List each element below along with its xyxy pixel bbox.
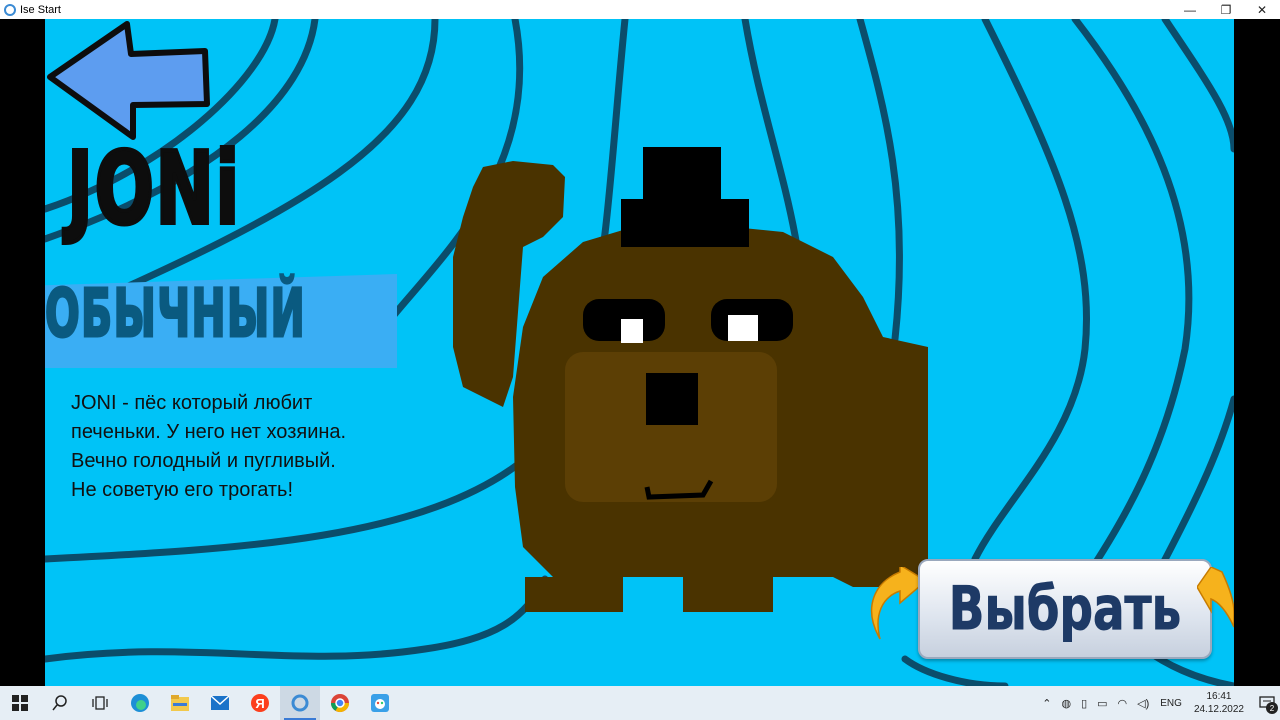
character-name: JONi: [66, 130, 241, 247]
wifi-icon[interactable]: ◠: [1118, 697, 1128, 710]
paint-icon[interactable]: [360, 686, 400, 720]
ise-start-icon[interactable]: [280, 686, 320, 720]
task-view-icon[interactable]: [80, 686, 120, 720]
close-button[interactable]: ✕: [1244, 0, 1280, 19]
chrome-icon[interactable]: [320, 686, 360, 720]
mail-icon[interactable]: [200, 686, 240, 720]
character-description: JONI - пёс который любит печеньки. У нег…: [71, 392, 347, 501]
swoosh-right-icon: [1197, 567, 1234, 628]
network-status-icon[interactable]: ◍: [1061, 697, 1071, 710]
notification-center-icon[interactable]: 2: [1254, 686, 1280, 720]
window-titlebar: Ise Start — ❐ ✕: [0, 0, 1280, 19]
device-icon[interactable]: ▯: [1081, 697, 1087, 710]
battery-icon[interactable]: ▭: [1097, 697, 1107, 710]
joni-dog-character: [453, 147, 928, 612]
character-rarity: ОБЫЧНЫЙ: [45, 275, 307, 352]
back-arrow-button[interactable]: [45, 19, 220, 144]
window-title: Ise Start: [20, 3, 61, 16]
ise-start-app-icon: [4, 3, 16, 16]
volume-icon[interactable]: ◁): [1137, 697, 1149, 710]
minimize-button[interactable]: —: [1172, 0, 1208, 19]
character-select-scene: JONi ОБЫЧНЫЙ JONI - пёс который любит пе…: [45, 19, 1234, 686]
yandex-icon[interactable]: Я: [240, 686, 280, 720]
language-indicator[interactable]: ENG: [1160, 698, 1182, 709]
file-explorer-icon[interactable]: [160, 686, 200, 720]
select-button-label: Выбрать: [948, 574, 1182, 645]
clock-time: 16:41: [1206, 691, 1232, 702]
clock[interactable]: 16:41 24.12.2022: [1194, 690, 1244, 716]
clock-date: 24.12.2022: [1193, 704, 1244, 715]
taskbar: Я ⌃ ◍ ▯ ▭ ◠ ◁) ENG 16:41 24.12.2022 2: [0, 686, 1280, 720]
game-viewport: JONi ОБЫЧНЫЙ JONI - пёс который любит пе…: [0, 19, 1280, 686]
system-tray: ⌃ ◍ ▯ ▭ ◠ ◁) ENG 16:41 24.12.2022 2: [1037, 686, 1280, 720]
edge-icon[interactable]: [120, 686, 160, 720]
svg-text:Я: Я: [255, 696, 264, 711]
windows-start-icon[interactable]: [0, 686, 40, 720]
show-hidden-icons-icon[interactable]: ⌃: [1042, 697, 1051, 710]
notification-count: 2: [1266, 702, 1278, 714]
select-character-button[interactable]: Выбрать: [918, 559, 1212, 659]
restore-button[interactable]: ❐: [1208, 0, 1244, 19]
search-icon[interactable]: [40, 686, 80, 720]
